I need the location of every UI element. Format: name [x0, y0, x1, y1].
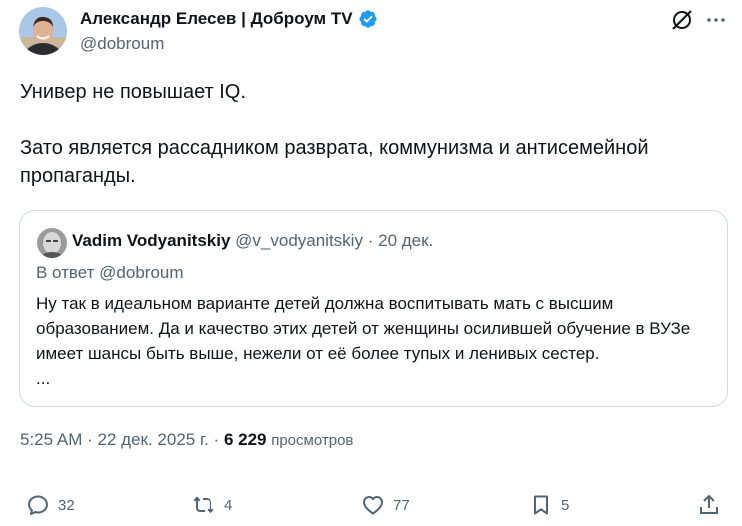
- tweet-paragraph-2: Зато является рассадником разврата, комм…: [20, 137, 649, 187]
- tweet-time[interactable]: 5:25 AM: [20, 430, 82, 449]
- reply-count: 32: [58, 496, 75, 514]
- tweet-date[interactable]: 22 дек. 2025 г.: [98, 430, 209, 449]
- quote-author-avatar-image: [37, 228, 67, 258]
- bookmark-button[interactable]: 5: [529, 488, 569, 522]
- author-name-row: Александр Елесев | Доброум TV: [80, 9, 378, 29]
- author-avatar-image: [19, 7, 67, 55]
- quote-separator: ·: [367, 231, 374, 250]
- bookmark-icon: [534, 495, 548, 515]
- action-bar: 32 4 77 5: [0, 488, 742, 522]
- quote-author-name[interactable]: Vadim Vodyanitskiy: [72, 231, 230, 250]
- quote-author-avatar[interactable]: [37, 228, 67, 258]
- like-count: 77: [393, 496, 410, 514]
- repost-count: 4: [224, 496, 233, 514]
- like-button[interactable]: 77: [361, 488, 410, 522]
- meta-separator-2: ·: [213, 430, 220, 449]
- repost-button[interactable]: 4: [192, 488, 232, 522]
- share-icon: [700, 495, 718, 514]
- author-name[interactable]: Александр Елесев | Доброум TV: [80, 9, 353, 29]
- tweet-meta: 5:25 AM · 22 дек. 2025 г. · 6 229 просмо…: [20, 430, 353, 450]
- quote-ellipsis: ...: [36, 369, 51, 388]
- quote-text: Ну так в идеальном варианте детей должна…: [36, 291, 716, 391]
- quote-date[interactable]: 20 дек.: [378, 231, 433, 250]
- views-count: 6 229: [223, 430, 267, 449]
- tweet-text: Универ не повышает IQ. Зато является рас…: [20, 78, 710, 190]
- tweet-paragraph-1: Универ не повышает IQ.: [20, 81, 246, 103]
- meta-separator-1: ·: [87, 430, 93, 449]
- quote-reply-to: В ответ @dobroum: [36, 263, 184, 282]
- reply-button[interactable]: 32: [26, 488, 75, 522]
- author-avatar[interactable]: [19, 7, 67, 55]
- like-icon: [363, 496, 383, 515]
- bookmark-count: 5: [561, 496, 570, 514]
- quote-header: Vadim Vodyanitskiy @v_vodyanitskiy · 20 …: [72, 231, 433, 251]
- grok-button[interactable]: [670, 8, 694, 32]
- reply-icon: [28, 495, 48, 515]
- views-label: просмотров: [271, 432, 354, 449]
- repost-icon: [193, 496, 214, 514]
- grok-icon: [672, 10, 692, 30]
- more-button[interactable]: [704, 8, 728, 32]
- author-handle[interactable]: @dobroum: [80, 34, 164, 54]
- more-icon: [707, 18, 725, 22]
- quote-body: Ну так в идеальном варианте детей должна…: [36, 294, 691, 363]
- verified-badge-icon: [359, 10, 377, 28]
- share-button[interactable]: [697, 488, 721, 522]
- quoted-tweet[interactable]: Vadim Vodyanitskiy @v_vodyanitskiy · 20 …: [19, 210, 728, 407]
- quote-author-handle[interactable]: @v_vodyanitskiy: [235, 231, 363, 250]
